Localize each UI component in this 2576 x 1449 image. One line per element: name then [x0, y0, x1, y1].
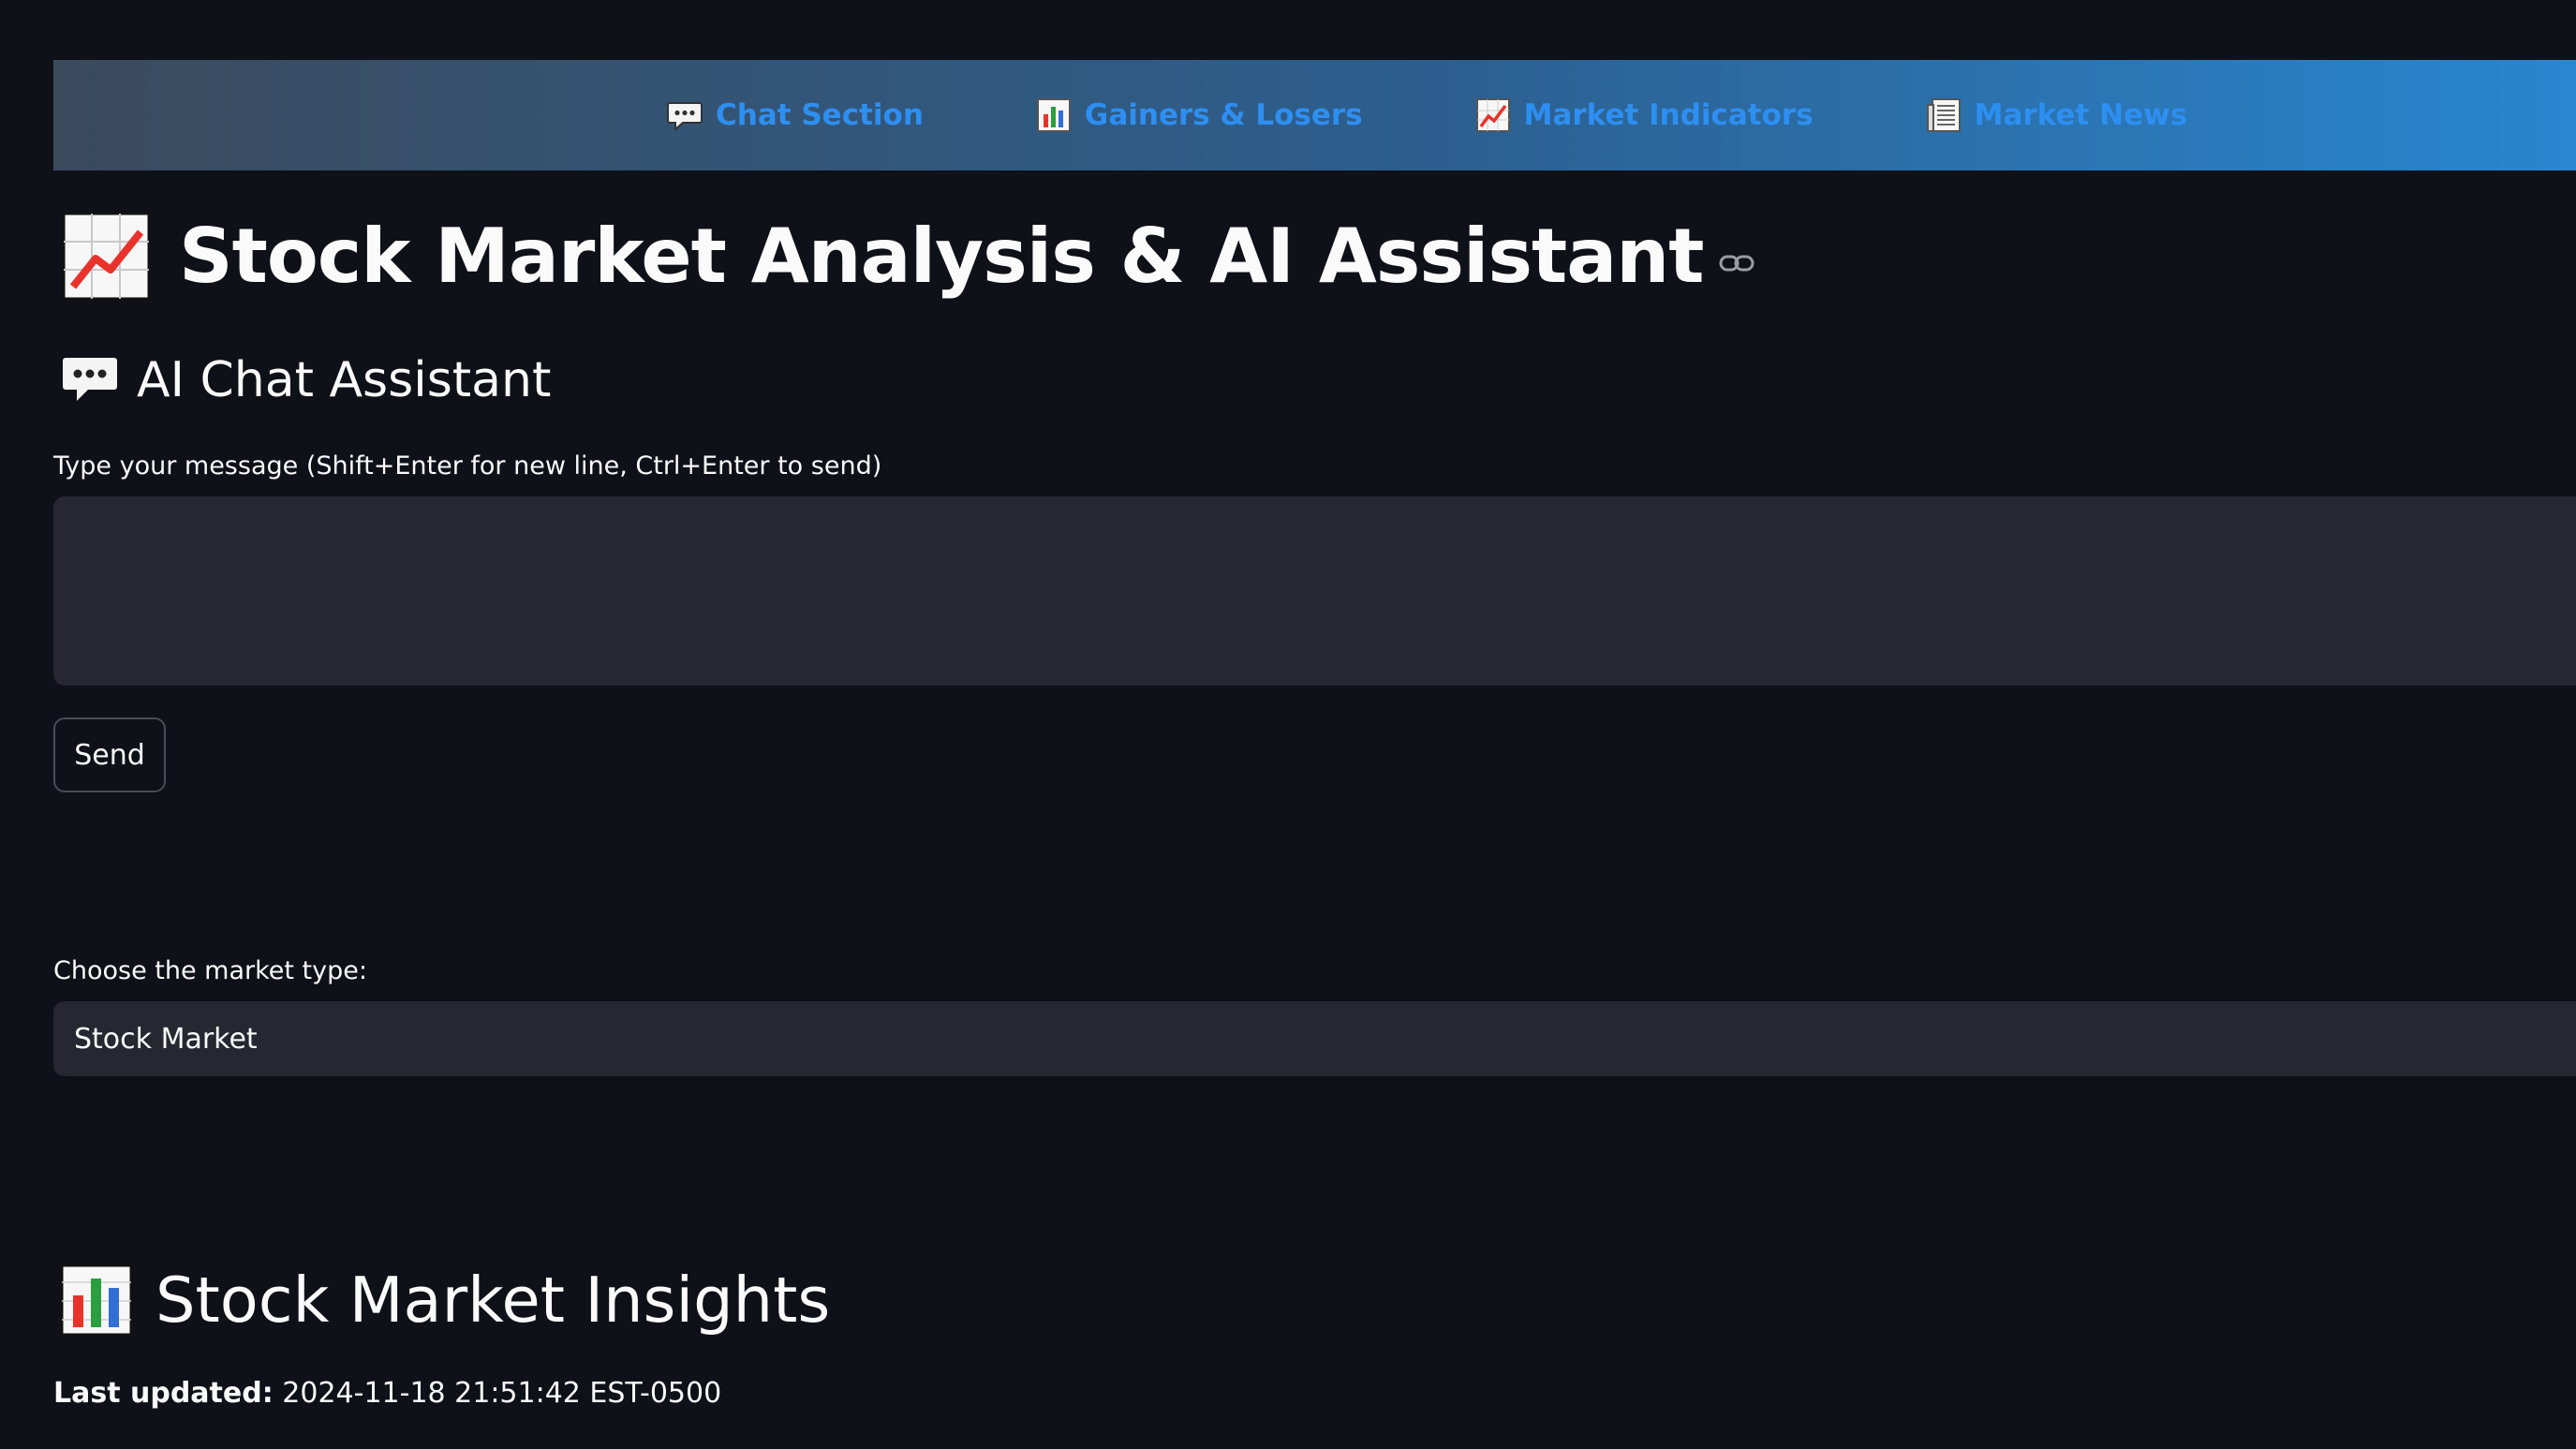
chat-header: AI Chat Assistant — [137, 352, 552, 408]
market-type-select[interactable]: Stock Market — [53, 1001, 2576, 1076]
bar-chart-icon — [1036, 98, 1071, 132]
nav-link-market-indicators[interactable]: Market Indicators — [1475, 97, 1814, 133]
speech-bubble-icon — [63, 358, 117, 401]
message-input-label: Type your message (Shift+Enter for new l… — [53, 451, 882, 481]
bar-chart-icon — [60, 1264, 133, 1337]
app-page: Chat Section Gainers & Losers Market Ind… — [0, 0, 2576, 1449]
send-button[interactable]: Send — [53, 717, 166, 792]
last-updated-label: Last updated: — [53, 1377, 274, 1410]
newspaper-icon — [1926, 98, 1961, 132]
insights-header: Stock Market Insights — [155, 1264, 831, 1337]
insights-header-row: Stock Market Insights — [60, 1264, 830, 1337]
nav-link-chat-section[interactable]: Chat Section — [667, 97, 924, 133]
nav-link-label: Market Indicators — [1523, 98, 1814, 132]
chat-header-row: AI Chat Assistant — [62, 352, 551, 408]
chart-increasing-icon — [1475, 98, 1510, 132]
nav-link-label: Gainers & Losers — [1084, 98, 1363, 132]
message-input[interactable] — [53, 496, 2576, 686]
top-navbar: Chat Section Gainers & Losers Market Ind… — [53, 60, 2576, 170]
page-title: Stock Market Analysis & AI Assistant — [179, 213, 1704, 300]
chart-increasing-icon — [62, 212, 151, 301]
nav-link-label: Market News — [1974, 98, 2188, 132]
nav-link-gainers-losers[interactable]: Gainers & Losers — [1036, 97, 1363, 133]
nav-links: Chat Section Gainers & Losers Market Ind… — [667, 97, 2187, 133]
link-icon[interactable] — [1718, 244, 1755, 282]
speech-bubble-icon — [667, 102, 703, 132]
page-title-row: Stock Market Analysis & AI Assistant — [62, 212, 1755, 301]
market-type-label: Choose the market type: — [53, 956, 367, 985]
last-updated: Last updated: 2024-11-18 21:51:42 EST-05… — [53, 1377, 721, 1410]
last-updated-value: 2024-11-18 21:51:42 EST-0500 — [282, 1377, 722, 1410]
nav-link-market-news[interactable]: Market News — [1926, 97, 2188, 133]
nav-link-label: Chat Section — [716, 98, 924, 132]
market-type-selected: Stock Market — [74, 1022, 258, 1056]
